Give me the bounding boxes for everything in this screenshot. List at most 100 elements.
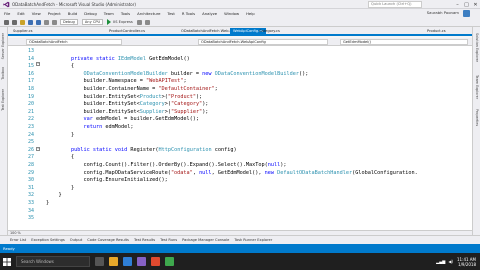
tab-category[interactable]: Category.cs [256, 28, 283, 35]
avatar[interactable] [463, 10, 470, 17]
menu-window[interactable]: Window [224, 11, 239, 16]
open-folder-icon[interactable] [20, 19, 25, 25]
code-line[interactable]: { [46, 154, 74, 160]
code-line[interactable]: } [46, 200, 49, 206]
class-dropdown[interactable]: ODataBatchAndFetch.WebApiConfig [198, 39, 328, 45]
volume-icon[interactable]: ◀) [448, 259, 453, 264]
windows-taskbar: Search Windows ▂▄▆ ◀) 11:41 AM 1/9/2018 [0, 253, 480, 270]
code-token: edmModel = builder.GetEdmModel(); [92, 116, 200, 123]
code-token: ODataConventionModelBuilder [214, 70, 299, 77]
project-dropdown[interactable]: ODataBatchAndFetch [26, 39, 122, 45]
office-icon[interactable] [151, 257, 160, 266]
line-number: 13 [27, 48, 34, 54]
code-line[interactable]: private static IEdmModel GetEdmModel() [46, 56, 190, 62]
refresh-icon[interactable] [136, 19, 142, 25]
visual-studio-taskbar-icon[interactable] [137, 257, 146, 266]
line-number-gutter: 13 14 15 16 17 18 19 20 21 22 23 24 25 26 27 28 29 30 31 32… [8, 46, 34, 230]
test-runs-tab[interactable]: Test Runs [160, 238, 177, 242]
task-view-icon[interactable] [95, 257, 104, 266]
menu-r-tools[interactable]: R Tools [182, 11, 195, 16]
menu-build[interactable]: Build [68, 11, 78, 16]
tab-supplier[interactable]: Supplier.cs [10, 28, 35, 35]
browser-link-icon[interactable] [144, 19, 150, 25]
windows-start-icon[interactable] [0, 253, 14, 270]
package-manager-console-tab[interactable]: Package Manager Console [182, 238, 229, 242]
exception-settings-tab[interactable]: Exception Settings [31, 238, 65, 242]
taskbar-search-input[interactable]: Search Windows [16, 256, 90, 267]
code-token: (); [299, 70, 309, 77]
code-editor[interactable]: 13 14 15 16 17 18 19 20 21 22 23 24 25 26 27 28 29 30 31 32… [8, 46, 472, 230]
collapse-icon[interactable]: − [36, 62, 40, 66]
code-token: ; [214, 86, 218, 92]
team-explorer-tab[interactable]: Team Explorer [475, 75, 479, 99]
tab-product[interactable]: Product.cs [424, 28, 449, 35]
file-explorer-icon[interactable] [109, 257, 118, 266]
error-list-tab[interactable]: Error List [10, 238, 26, 242]
output-tab[interactable]: Output [70, 238, 82, 242]
menu-view[interactable]: View [32, 11, 41, 16]
clock[interactable]: 11:41 AM 1/9/2018 [457, 257, 476, 267]
code-token: } [46, 131, 75, 138]
code-line[interactable]: config.Count().Filter().OrderBy().Expand… [46, 162, 286, 168]
save-all-icon[interactable] [36, 19, 41, 25]
menu-edit[interactable]: Edit [17, 11, 24, 16]
properties-tab[interactable]: Properties [475, 109, 479, 126]
menu-tools[interactable]: Tools [121, 11, 130, 16]
tab-product-controller[interactable]: ProductController.cs [106, 28, 148, 35]
menu-architecture[interactable]: Architecture [137, 11, 160, 16]
menu-test[interactable]: Test [167, 11, 174, 16]
menu-analyze[interactable]: Analyze [202, 11, 217, 16]
edge-browser-icon[interactable] [123, 257, 132, 266]
solution-explorer-tab[interactable]: Solution Explorer [475, 33, 479, 62]
code-line[interactable]: builder.ContainerName = "DefaultContaine… [46, 86, 218, 92]
toolbox-tab[interactable]: Toolbox [1, 67, 5, 80]
app-icon[interactable] [165, 257, 174, 266]
code-token: public [71, 146, 90, 153]
menu-team[interactable]: Team [104, 11, 114, 16]
save-icon[interactable] [28, 19, 33, 25]
code-line[interactable]: builder.EntitySet<Category>("Category"); [46, 101, 208, 107]
test-results-tab[interactable]: Test Results [134, 238, 155, 242]
redo-icon[interactable] [52, 19, 57, 25]
code-line[interactable]: builder.EntitySet<Product>("Product"); [46, 94, 202, 100]
menu-debug[interactable]: Debug [84, 11, 97, 16]
run-button[interactable]: IIS Express [107, 19, 133, 25]
menu-file[interactable]: File [4, 11, 10, 16]
code-line[interactable]: builder.Namespace = "WebAPITest"; [46, 78, 186, 84]
menu-project[interactable]: Project [48, 11, 61, 16]
code-line[interactable]: } [46, 192, 61, 198]
minimize-icon[interactable]: – [453, 0, 462, 9]
play-icon [107, 19, 112, 25]
code-coverage-tab[interactable]: Code Coverage Results [87, 238, 129, 242]
collapse-icon[interactable]: − [36, 147, 40, 151]
close-icon[interactable]: ✕ [471, 0, 480, 9]
task-runner-explorer-tab[interactable]: Task Runner Explorer [234, 238, 272, 242]
back-icon[interactable] [4, 19, 9, 25]
left-tool-strip: Server Explorer Toolbox Test Explorer [0, 27, 8, 235]
code-line[interactable]: public static void Register(HttpConfigur… [46, 147, 237, 153]
user-name[interactable]: Saurabh Poonam [427, 10, 459, 15]
code-line[interactable]: return edmModel; [46, 124, 133, 130]
forward-icon[interactable] [12, 19, 17, 25]
code-line[interactable]: { [46, 63, 74, 69]
code-line[interactable]: ODataConventionModelBuilder builder = ne… [46, 71, 308, 77]
network-icon[interactable]: ▂▄▆ [436, 259, 445, 264]
menu-help[interactable]: Help [246, 11, 255, 16]
configuration-select[interactable]: Debug [60, 19, 78, 25]
code-line[interactable]: } [46, 185, 74, 191]
test-explorer-tab[interactable]: Test Explorer [1, 89, 5, 111]
code-line[interactable]: builder.EntitySet<Supplier>("Supplier"); [46, 109, 208, 115]
undo-icon[interactable] [44, 19, 49, 25]
code-line[interactable]: config.EnsureInitialized(); [46, 177, 168, 184]
code-line[interactable]: config.MapODataServiceRoute("odata", nul… [46, 170, 417, 176]
code-line[interactable]: var edmModel = builder.GetEdmModel(); [46, 116, 199, 122]
member-dropdown[interactable]: GetEdmModel() [340, 39, 468, 45]
maximize-icon[interactable]: □ [462, 0, 471, 9]
server-explorer-tab[interactable]: Server Explorer [1, 33, 5, 59]
code-token: HttpConfiguration [158, 146, 212, 153]
quick-launch-input[interactable]: Quick Launch (Ctrl+Q) [368, 1, 422, 8]
code-line[interactable]: } [46, 132, 74, 138]
line-number: 18 [27, 86, 34, 92]
platform-select[interactable]: Any CPU [81, 19, 104, 25]
code-token: config.EnsureInitialized(); [46, 177, 168, 184]
